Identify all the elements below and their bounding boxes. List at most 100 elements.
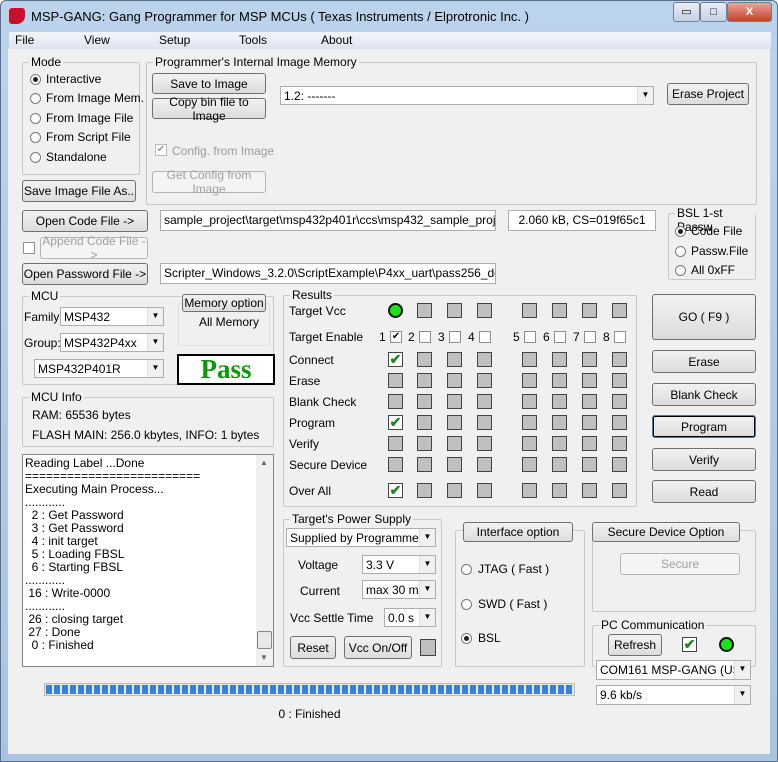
mode-option-label: Interactive (46, 72, 102, 86)
check-icon: ✔ (388, 414, 403, 430)
target-enable-checkbox[interactable] (419, 331, 431, 343)
image-slot-value: 1.2: ------- (284, 89, 336, 103)
voltage-select[interactable]: 3.3 V ▼ (362, 555, 436, 574)
target-enable-checkbox[interactable]: ✔ (390, 331, 402, 343)
chevron-down-icon: ▼ (419, 556, 435, 573)
interface-radio[interactable] (461, 599, 472, 610)
scroll-down-icon[interactable]: ▼ (260, 653, 268, 662)
target-enable-checkbox[interactable] (554, 331, 566, 343)
bsl-radio[interactable] (675, 246, 686, 257)
mode-radio[interactable] (30, 74, 41, 85)
program-button[interactable]: Program (652, 415, 756, 438)
mode-option-label: From Script File (46, 130, 131, 144)
result-indicator (417, 415, 432, 430)
bsl-radio[interactable] (675, 265, 686, 276)
target-enable-checkbox[interactable] (449, 331, 461, 343)
chevron-down-icon: ▼ (734, 686, 750, 704)
bsl-radio[interactable] (675, 226, 686, 237)
image-slot-select[interactable]: 1.2: ------- ▼ (280, 86, 654, 105)
target-enable-checkbox[interactable] (524, 331, 536, 343)
target-number: 2 (408, 330, 415, 344)
device-select[interactable]: MSP432P401R ▼ (34, 359, 164, 378)
result-indicator (612, 373, 627, 388)
go-button[interactable]: GO ( F9 ) (652, 294, 756, 340)
target-enable-checkbox[interactable] (584, 331, 596, 343)
log-scrollbar[interactable]: ▲ ▼ (256, 455, 273, 666)
baud-rate-value: 9.6 kb/s (600, 688, 643, 702)
connection-check-icon: ✔ (682, 636, 697, 652)
com-port-select[interactable]: COM161 MSP-GANG (USB ▼ (596, 660, 751, 680)
reset-button[interactable]: Reset (290, 636, 336, 659)
group-select[interactable]: MSP432P4xx ▼ (60, 333, 164, 352)
result-indicator (447, 352, 462, 367)
read-button[interactable]: Read (652, 480, 756, 503)
scroll-up-icon[interactable]: ▲ (260, 458, 268, 467)
result-indicator (552, 352, 567, 367)
blank-check-button[interactable]: Blank Check (652, 383, 756, 406)
power-source-select[interactable]: Supplied by Programmer ▼ (286, 528, 436, 547)
verify-button[interactable]: Verify (652, 448, 756, 471)
connection-led-icon (719, 637, 734, 652)
mode-radio[interactable] (30, 152, 41, 163)
result-indicator (447, 436, 462, 451)
open-password-file-button[interactable]: Open Password File -> (22, 263, 148, 285)
device-value: MSP432P401R (38, 362, 121, 376)
result-indicator (447, 415, 462, 430)
result-indicator (522, 436, 537, 451)
result-indicator (477, 394, 492, 409)
result-indicator (582, 483, 597, 498)
interface-radio[interactable] (461, 633, 472, 644)
result-indicator (477, 483, 492, 498)
erase-project-button[interactable]: Erase Project (667, 83, 749, 105)
interface-option-button[interactable]: Interface option (463, 522, 573, 542)
erase-button[interactable]: Erase (652, 350, 756, 373)
config-from-image-checkbox[interactable]: ✔ (155, 144, 167, 156)
result-indicator (417, 373, 432, 388)
current-select[interactable]: max 30 mA ▼ (362, 580, 436, 599)
chevron-down-icon: ▼ (419, 529, 435, 546)
save-to-image-button[interactable]: Save to Image (152, 73, 266, 94)
code-file-path: sample_project\target\msp432p401r\ccs\ms… (160, 210, 496, 231)
secure-device-option-button[interactable]: Secure Device Option (592, 522, 740, 542)
result-indicator (612, 394, 627, 409)
target-enable-checkbox[interactable] (479, 331, 491, 343)
result-indicator (552, 415, 567, 430)
result-indicator (477, 457, 492, 472)
get-config-from-image-button[interactable]: Get Config from Image (152, 168, 266, 196)
result-indicator (477, 373, 492, 388)
result-indicator (388, 394, 403, 409)
vcc-settle-select[interactable]: 0.0 s ▼ (384, 608, 436, 627)
append-code-file-button[interactable]: Append Code File -> (40, 234, 148, 262)
result-indicator (582, 415, 597, 430)
result-indicator (522, 352, 537, 367)
bsl-option-label: Code File (691, 224, 743, 238)
append-code-checkbox[interactable] (23, 242, 35, 254)
mode-radio[interactable] (30, 132, 41, 143)
mode-radio[interactable] (30, 93, 41, 104)
interface-radio[interactable] (461, 564, 472, 575)
target-enable-checkbox[interactable] (614, 331, 626, 343)
result-indicator (582, 394, 597, 409)
refresh-button[interactable]: Refresh (608, 634, 662, 656)
scroll-thumb[interactable] (257, 631, 272, 649)
result-row-label: Secure Device (289, 458, 368, 472)
mode-radio[interactable] (30, 113, 41, 124)
results-label: Results (290, 288, 335, 302)
log-panel[interactable]: Reading Label ...Done ===================… (22, 454, 274, 667)
copy-bin-to-image-button[interactable]: Copy bin file to Image (152, 95, 266, 123)
image-memory-label: Programmer's Internal Image Memory (153, 55, 359, 69)
vcc-settle-value: 0.0 s (388, 611, 415, 625)
flash-info: FLASH MAIN: 256.0 kbytes, INFO: 1 bytes (32, 428, 260, 442)
result-indicator (582, 436, 597, 451)
vcc-onoff-button[interactable]: Vcc On/Off (344, 636, 412, 659)
memory-option-button[interactable]: Memory option (182, 294, 266, 312)
result-indicator (417, 394, 432, 409)
family-select[interactable]: MSP432 ▼ (60, 307, 164, 326)
group-value: MSP432P4xx (64, 336, 137, 350)
result-indicator (522, 483, 537, 498)
save-image-file-as-button[interactable]: Save Image File As.. (22, 180, 136, 202)
secure-button[interactable]: Secure (620, 553, 740, 575)
target-number: 5 (513, 330, 520, 344)
open-code-file-button[interactable]: Open Code File -> (22, 210, 148, 232)
baud-rate-select[interactable]: 9.6 kb/s ▼ (596, 685, 751, 705)
